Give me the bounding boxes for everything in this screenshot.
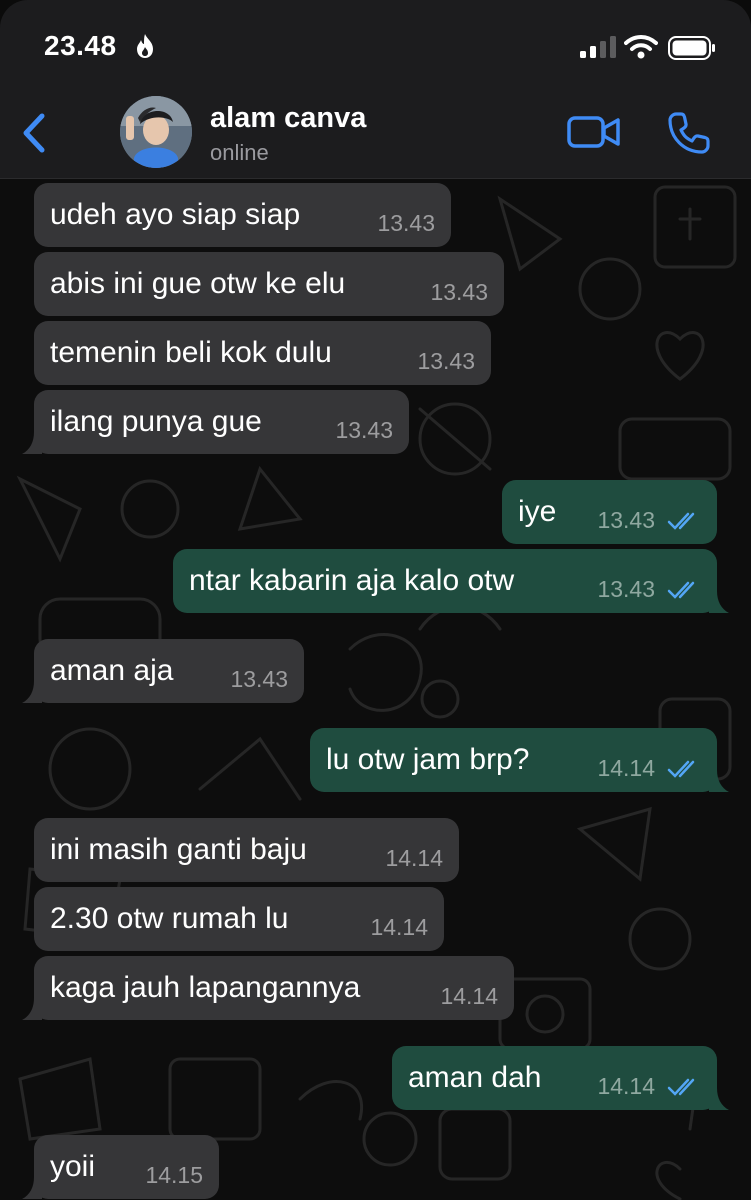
chat-header: alam canva online	[0, 90, 751, 179]
bubble-tail	[709, 591, 729, 613]
bubble-tail	[22, 432, 42, 454]
double-check-icon	[667, 581, 695, 599]
flame-icon	[137, 34, 153, 58]
message-text: ini masih ganti baju	[50, 833, 307, 866]
message-time: 14.15	[145, 1162, 203, 1188]
message-text: ilang punya gue	[50, 405, 262, 438]
bubble-tail	[22, 1177, 42, 1199]
incoming-message[interactable]: abis ini gue otw ke elu 13.43	[34, 252, 504, 316]
message-text: yoii	[50, 1150, 96, 1183]
outgoing-message[interactable]: lu otw jam brp? 14.14	[310, 728, 729, 792]
avatar[interactable]	[120, 96, 192, 168]
bubble-tail	[709, 770, 729, 792]
message-text: udeh ayo siap siap	[50, 198, 301, 231]
double-check-icon	[667, 512, 695, 530]
signal-icon	[580, 36, 616, 58]
contact-status: online	[210, 140, 269, 165]
message-text: temenin beli kok dulu	[50, 336, 332, 369]
double-check-icon	[667, 1078, 695, 1096]
incoming-message[interactable]: kaga jauh lapangannya 14.14	[22, 956, 514, 1020]
message-text: lu otw jam brp?	[326, 743, 530, 776]
message-text: aman dah	[408, 1061, 542, 1094]
phone-screen: 23.48 alam canva online udeh ayo siap si…	[0, 0, 751, 1200]
double-check-icon	[667, 760, 695, 778]
incoming-message[interactable]: ilang punya gue 13.43	[22, 390, 409, 454]
bubble-tail	[22, 681, 42, 703]
battery-icon	[668, 36, 715, 60]
status-bar: 23.48	[0, 0, 751, 90]
status-time: 23.48	[44, 30, 117, 61]
incoming-message[interactable]: 2.30 otw rumah lu 14.14	[34, 887, 444, 951]
message-time: 14.14	[597, 755, 655, 781]
incoming-message[interactable]: yoii 14.15	[22, 1135, 219, 1199]
chat-area[interactable]: udeh ayo siap siap 13.43 abis ini gue otw …	[0, 179, 751, 1200]
incoming-message[interactable]: temenin beli kok dulu 13.43	[34, 321, 491, 385]
message-time: 13.43	[377, 210, 435, 236]
message-time: 14.14	[385, 845, 443, 871]
outgoing-message[interactable]: ntar kabarin aja kalo otw 13.43	[173, 549, 729, 613]
message-time: 13.43	[597, 507, 655, 533]
message-time: 13.43	[430, 279, 488, 305]
message-text: abis ini gue otw ke elu	[50, 267, 346, 300]
contact-name[interactable]: alam canva	[210, 102, 366, 135]
bubble-tail	[709, 1088, 729, 1110]
incoming-message[interactable]: aman aja 13.43	[22, 639, 304, 703]
bubble-tail	[22, 998, 42, 1020]
phone-icon[interactable]	[664, 108, 714, 158]
outgoing-message[interactable]: aman dah 14.14	[392, 1046, 729, 1110]
wifi-icon	[624, 35, 658, 59]
incoming-message[interactable]: ini masih ganti baju 14.14	[34, 818, 459, 882]
message-text: kaga jauh lapangannya	[50, 971, 361, 1004]
message-time: 13.43	[597, 576, 655, 602]
video-call-icon[interactable]	[566, 112, 622, 152]
avatar-photo	[120, 96, 192, 168]
message-time: 13.43	[335, 417, 393, 443]
incoming-message[interactable]: udeh ayo siap siap 13.43	[34, 183, 451, 247]
outgoing-message[interactable]: iye 13.43	[502, 480, 717, 544]
message-time: 14.14	[440, 983, 498, 1009]
message-text: 2.30 otw rumah lu	[50, 902, 289, 935]
message-time: 14.14	[370, 914, 428, 940]
message-time: 14.14	[597, 1073, 655, 1099]
message-text: ntar kabarin aja kalo otw	[189, 564, 515, 597]
message-text: aman aja	[50, 654, 174, 687]
back-arrow-icon[interactable]	[12, 108, 56, 158]
message-time: 13.43	[230, 666, 288, 692]
message-time: 13.43	[417, 348, 475, 374]
message-text: iye	[518, 495, 557, 528]
